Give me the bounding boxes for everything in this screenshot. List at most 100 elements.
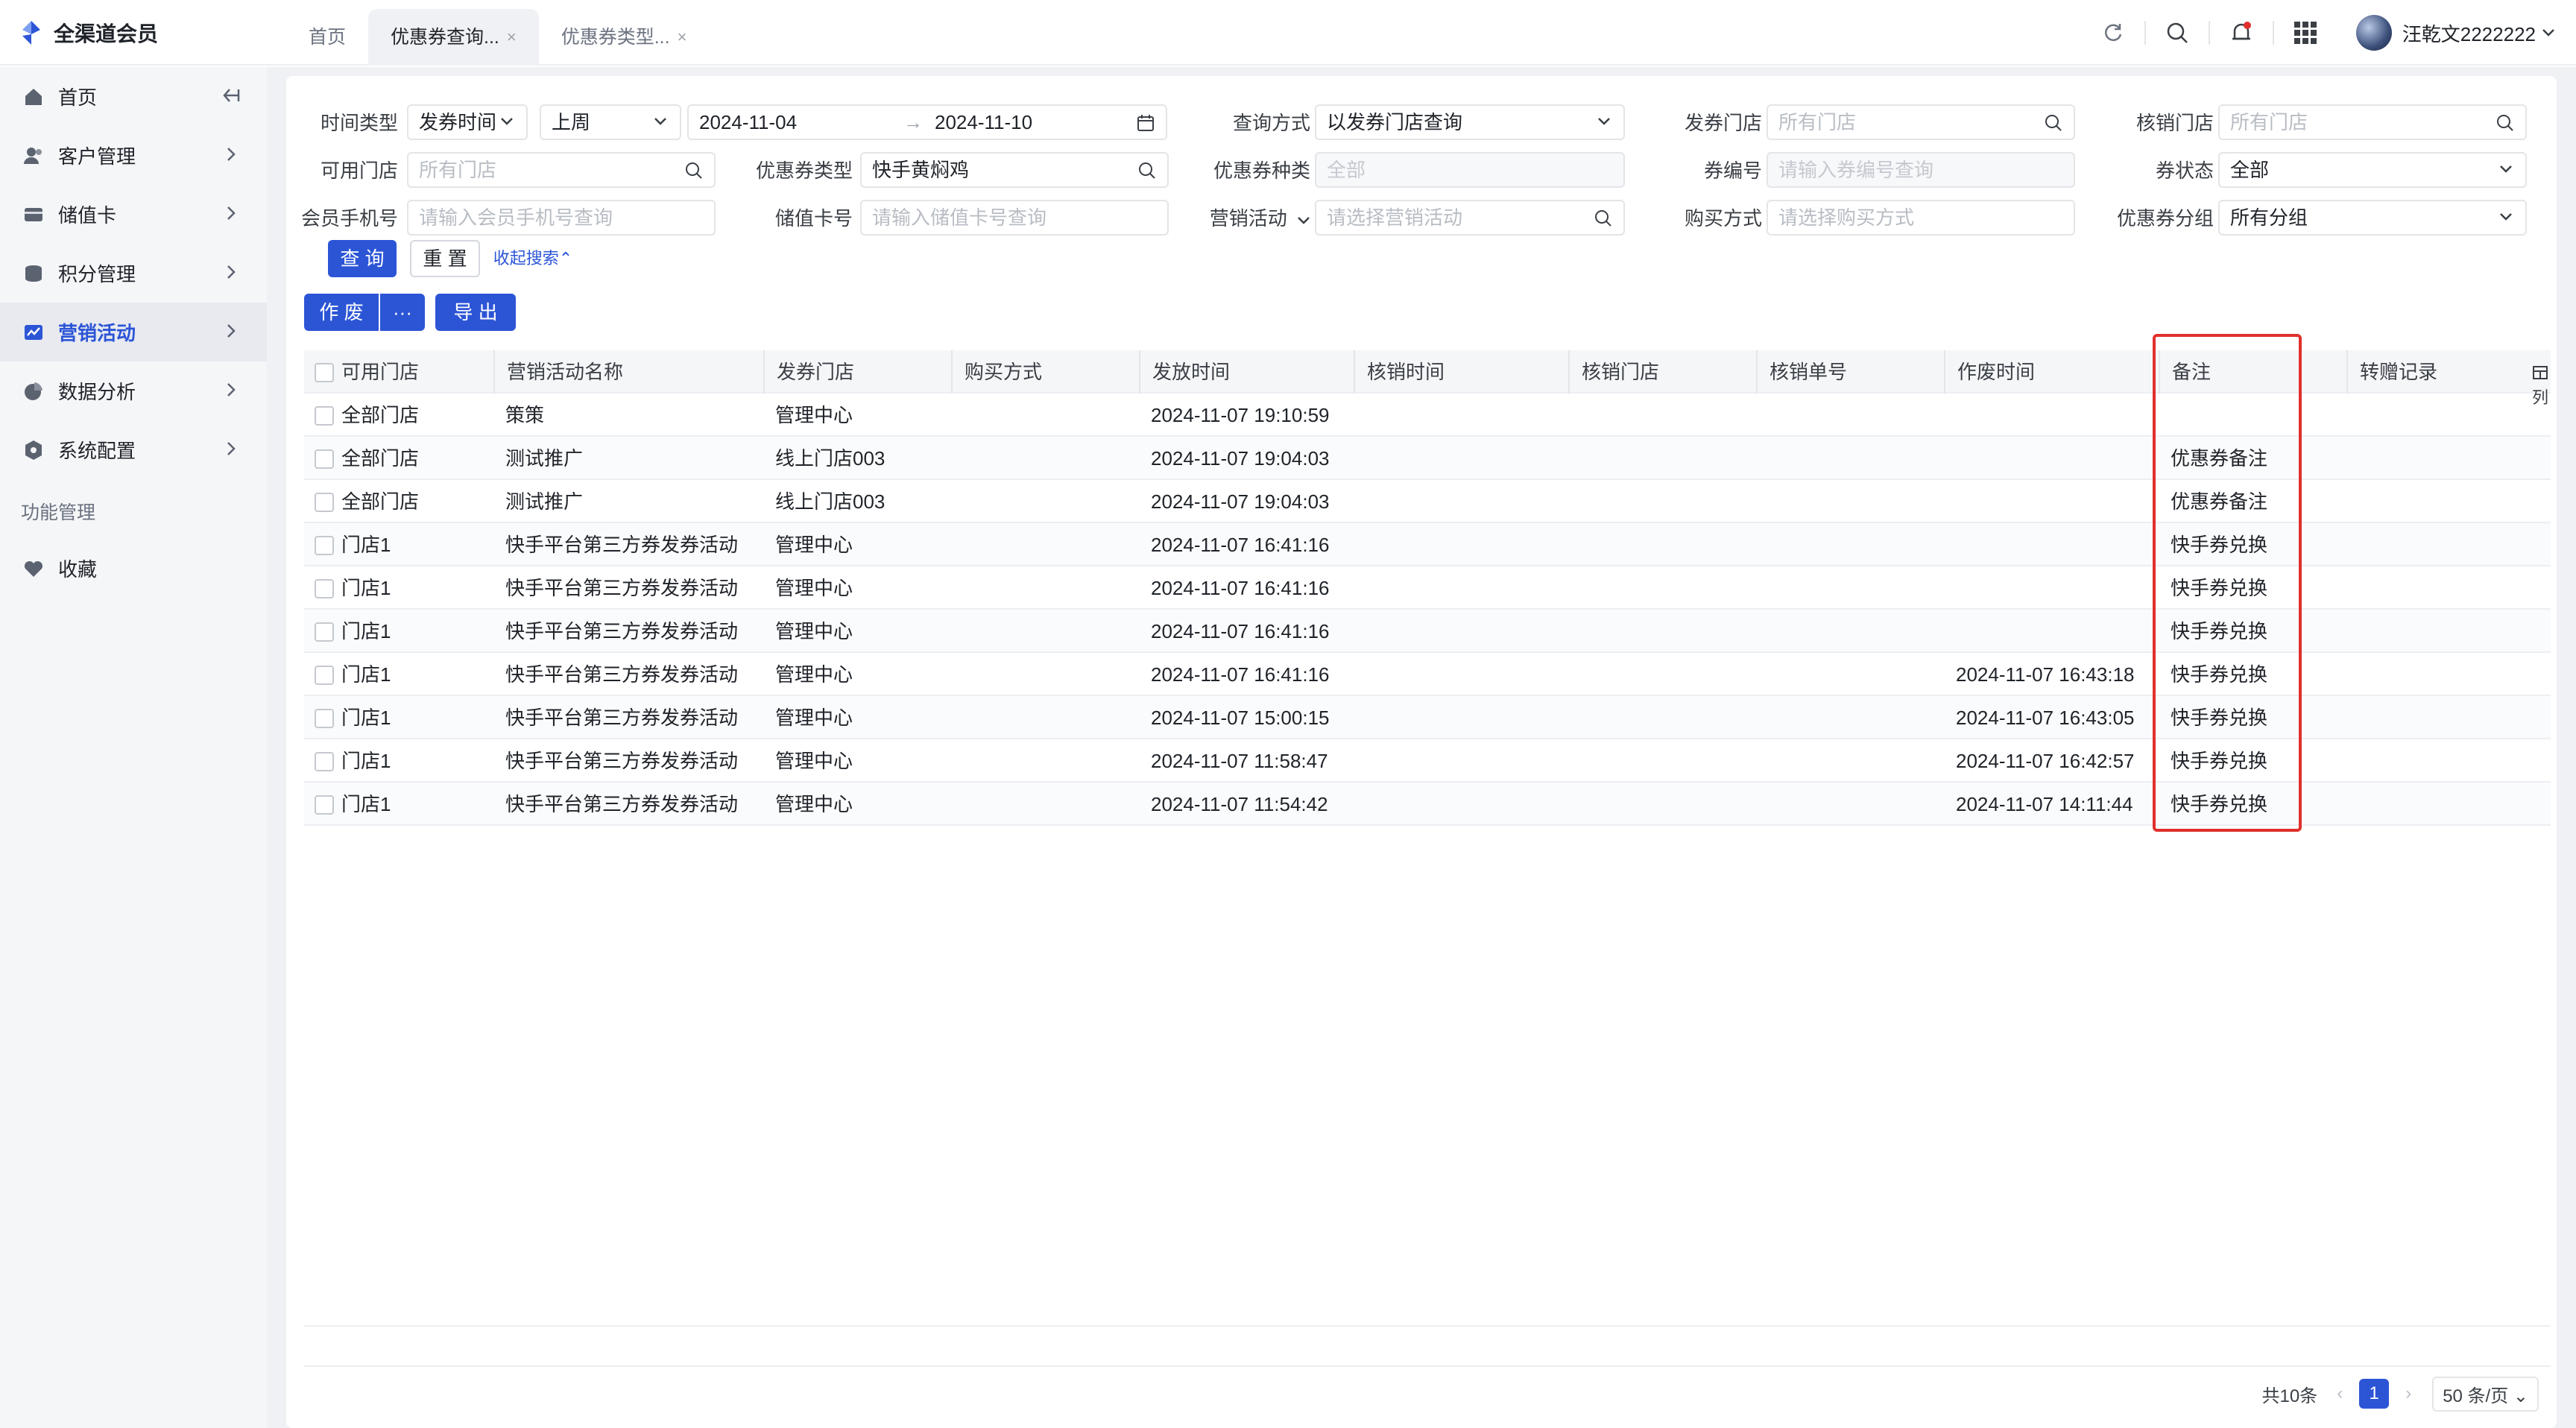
page-size-select[interactable]: 50 条/页 ⌄ xyxy=(2432,1376,2539,1412)
phone-input[interactable]: 请输入会员手机号查询 xyxy=(407,200,716,236)
period-select[interactable]: 上周 xyxy=(540,104,681,140)
total-count: 共10条 xyxy=(2261,1386,2318,1406)
column-header[interactable]: 转赠记录 xyxy=(2346,350,2525,394)
table-cell-vtime xyxy=(1354,480,1568,523)
sidebar-item-label: 数据分析 xyxy=(58,381,136,403)
apps-grid-icon[interactable] xyxy=(2292,19,2319,46)
chevron-right-icon xyxy=(227,383,236,397)
sidebar-item-marketing[interactable]: 营销活动 xyxy=(0,303,267,361)
table-cell-store: 全部门店 xyxy=(341,447,420,470)
top-tools: 汪乾文2222222 xyxy=(2082,13,2555,52)
table-cell-vstore xyxy=(1568,437,1756,480)
sidebar-item-settings[interactable]: 系统配置 xyxy=(0,420,267,479)
close-icon[interactable]: × xyxy=(507,9,517,66)
card-icon xyxy=(25,207,42,221)
phone-label: 会员手机号 xyxy=(300,207,398,230)
date-end[interactable]: 2024-11-10 xyxy=(935,106,1032,139)
coupon-type-input[interactable]: 快手黄焖鸡 xyxy=(860,152,1169,188)
table-cell-vtime xyxy=(1354,739,1568,783)
sidebar-item-points[interactable]: 积分管理 xyxy=(0,244,267,303)
page-size-value: 50 条/页 xyxy=(2443,1386,2509,1406)
brand[interactable]: 全渠道会员 xyxy=(19,16,158,49)
coupon-kind-select[interactable]: 全部 xyxy=(1315,152,1625,188)
card-label: 储值卡号 xyxy=(774,207,853,230)
column-header[interactable]: 核销时间 xyxy=(1354,350,1568,394)
void-button[interactable]: 作 废 xyxy=(304,294,379,331)
sidebar-item-stored-card[interactable]: 储值卡 xyxy=(0,185,267,244)
query-mode-select[interactable]: 以发券门店查询 xyxy=(1315,104,1625,140)
horizontal-scrollbar[interactable] xyxy=(304,1325,2551,1367)
column-header[interactable]: 营销活动名称 xyxy=(493,350,763,394)
table-cell-time: 2024-11-07 16:41:16 xyxy=(1151,663,1330,686)
table-cell-time: 2024-11-07 15:00:15 xyxy=(1151,707,1330,729)
tab-coupon-type[interactable]: 优惠券类型... × xyxy=(539,9,710,66)
more-actions-button[interactable]: ··· xyxy=(380,294,425,331)
date-start[interactable]: 2024-11-04 xyxy=(699,111,797,133)
campaign-input[interactable]: 请选择营销活动 xyxy=(1315,200,1625,236)
column-header[interactable]: 可用门店 xyxy=(329,350,493,394)
collapse-sidebar-icon[interactable] xyxy=(221,85,242,106)
table-cell-vstore xyxy=(1568,394,1756,437)
chevron-down-icon xyxy=(2500,213,2512,221)
time-type-select[interactable]: 发券时间 xyxy=(407,104,528,140)
tab-home[interactable]: 首页 xyxy=(286,9,368,66)
table-cell-transfer xyxy=(2346,523,2525,566)
tab-coupon-query[interactable]: 优惠券查询... × xyxy=(368,9,539,66)
table-cell-store: 全部门店 xyxy=(341,490,420,513)
coupon-status-select[interactable]: 全部 xyxy=(2218,152,2527,188)
table-cell-buy xyxy=(951,437,1139,480)
column-header[interactable]: 购买方式 xyxy=(951,350,1139,394)
close-icon[interactable]: × xyxy=(678,9,687,66)
sidebar-item-home[interactable]: 首页 xyxy=(0,67,267,126)
user-name[interactable]: 汪乾文2222222 xyxy=(2402,19,2536,47)
chevron-up-icon: ⌃ xyxy=(558,249,573,268)
divider xyxy=(2144,21,2146,45)
table-cell-campaign: 测试推广 xyxy=(505,490,584,513)
table-cell-transfer xyxy=(2346,610,2525,653)
table-cell-time: 2024-11-07 19:10:59 xyxy=(1151,404,1330,426)
verify-store-input[interactable]: 所有门店 xyxy=(2218,104,2527,140)
chevron-right-icon[interactable]: › xyxy=(2405,1383,2411,1404)
query-button[interactable]: 查 询 xyxy=(328,240,397,277)
column-header[interactable]: 作废时间 xyxy=(1944,350,2159,394)
page-1-button[interactable]: 1 xyxy=(2359,1379,2390,1409)
avatar[interactable] xyxy=(2355,15,2392,51)
sidebar-item-analytics[interactable]: 数据分析 xyxy=(0,361,267,420)
table-cell-vno xyxy=(1756,437,1944,480)
column-header[interactable]: 核销单号 xyxy=(1756,350,1944,394)
column-header[interactable]: 发券门店 xyxy=(763,350,951,394)
table-cell-void: 2024-11-07 14:11:44 xyxy=(1956,793,2133,815)
table-cell-vno xyxy=(1756,566,1944,610)
export-button[interactable]: 导 出 xyxy=(435,294,516,331)
avail-store-input[interactable]: 所有门店 xyxy=(407,152,716,188)
collapse-search-link[interactable]: 收起搜索⌃ xyxy=(492,240,574,277)
sidebar-item-customers[interactable]: 客户管理 xyxy=(0,126,267,185)
table-cell-vstore xyxy=(1568,480,1756,523)
card-input[interactable]: 请输入储值卡号查询 xyxy=(860,200,1169,236)
group-select[interactable]: 所有分组 xyxy=(2218,200,2527,236)
search-icon[interactable] xyxy=(2164,19,2191,46)
issue-store-input[interactable]: 所有门店 xyxy=(1767,104,2075,140)
campaign-label[interactable]: 营销活动 xyxy=(1173,200,1310,237)
table-cell-transfer xyxy=(2346,653,2525,696)
table-cell-transfer xyxy=(2346,566,2525,610)
date-range-picker[interactable]: 2024-11-04 → 2024-11-10 xyxy=(687,104,1167,140)
search-icon xyxy=(1139,162,1155,179)
period-value: 上周 xyxy=(552,111,591,133)
chevron-down-icon[interactable] xyxy=(2542,28,2555,37)
table-cell-store: 门店1 xyxy=(341,577,391,599)
bell-icon[interactable] xyxy=(2228,19,2255,46)
refresh-icon[interactable] xyxy=(2100,19,2127,46)
coupon-no-input[interactable]: 请输入券编号查询 xyxy=(1767,152,2075,188)
table-cell-issue: 管理中心 xyxy=(775,707,853,729)
table-cell-store: 门店1 xyxy=(341,750,391,772)
column-header[interactable]: 核销门店 xyxy=(1568,350,1756,394)
heart-icon xyxy=(24,560,43,577)
chevron-left-icon[interactable]: ‹ xyxy=(2337,1383,2343,1404)
sidebar-item-favorites[interactable]: 收藏 xyxy=(0,539,267,598)
table-cell-void: 2024-11-07 16:43:18 xyxy=(1956,663,2135,686)
column-header[interactable]: 发放时间 xyxy=(1139,350,1354,394)
buy-input[interactable]: 请选择购买方式 xyxy=(1767,200,2075,236)
reset-button[interactable]: 重 置 xyxy=(410,240,480,277)
card-placeholder: 请输入储值卡号查询 xyxy=(872,206,1047,229)
